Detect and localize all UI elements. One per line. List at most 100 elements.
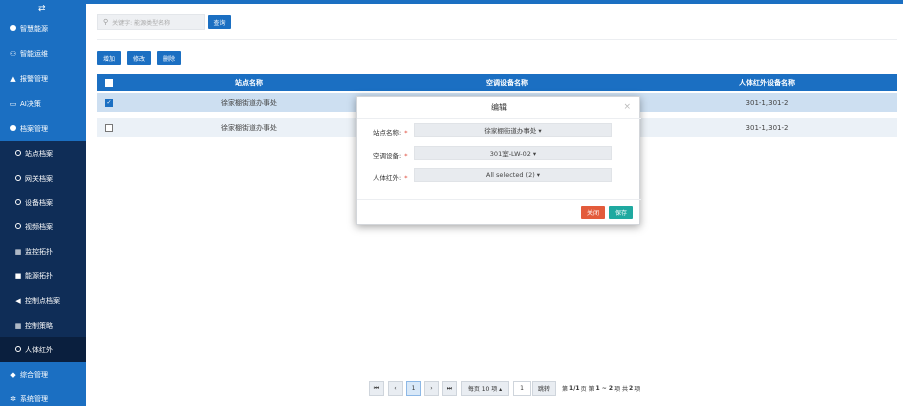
sidebar-subitem-label: 控制点档案 bbox=[25, 296, 60, 305]
sidebar-subitem-label: 设备档案 bbox=[25, 198, 53, 207]
sidebar-item-ai[interactable]: ▭ AI决策 bbox=[0, 91, 86, 116]
select-all-checkbox[interactable] bbox=[105, 78, 113, 87]
delete-button[interactable]: 删除 bbox=[157, 51, 181, 65]
sidebar-subitem-label: 站点档案 bbox=[25, 149, 53, 158]
ring-icon bbox=[13, 222, 23, 231]
add-button[interactable]: 增加 bbox=[97, 51, 121, 65]
search-placeholder: 关键字: 能源类型名称 bbox=[112, 19, 171, 27]
save-button[interactable]: 保存 bbox=[609, 206, 633, 219]
infrared-select[interactable]: All selected (2) ▾ bbox=[414, 168, 612, 182]
row-checkbox-cell[interactable]: ✓ bbox=[97, 93, 121, 112]
sidebar-item-alarm[interactable]: ▲ 报警管理 bbox=[0, 66, 86, 91]
divider bbox=[97, 39, 897, 40]
megaphone-icon: ◀ bbox=[15, 296, 21, 305]
info-page-suffix: 页 bbox=[580, 386, 587, 393]
sidebar-subitem-label: 人体红外 bbox=[25, 345, 53, 354]
gear-icon: ✲ bbox=[10, 394, 16, 403]
tag-icon: ◆ bbox=[10, 370, 16, 379]
table-header: 站点名称 空调设备名称 人体红外设备名称 bbox=[97, 74, 897, 91]
row-checkbox-cell[interactable] bbox=[97, 118, 121, 137]
required-mark: * bbox=[404, 129, 408, 137]
field-label-ac: 空调设备: * bbox=[373, 150, 407, 160]
monitor-icon: ▭ bbox=[9, 99, 17, 108]
sidebar-item-archive[interactable]: 档案管理 bbox=[0, 116, 86, 141]
dot-icon bbox=[8, 124, 18, 133]
close-button[interactable]: 关闭 bbox=[581, 206, 605, 219]
field-label-text: 站点名称: bbox=[373, 129, 402, 137]
search-input[interactable]: ⚲ 关键字: 能源类型名称 bbox=[97, 14, 205, 30]
sidebar-item-label: AI决策 bbox=[20, 99, 41, 108]
table-cell: 301-1,301-2 bbox=[745, 123, 789, 132]
sidebar-subitem-site[interactable]: 站点档案 bbox=[0, 141, 86, 166]
prev-page-button[interactable]: ‹ bbox=[388, 381, 403, 396]
info-page: 1/1 bbox=[569, 385, 580, 392]
sidebar-subitem-infrared[interactable]: 人体红外 bbox=[0, 337, 86, 362]
jump-page-input[interactable]: 1 bbox=[513, 381, 531, 396]
field-label-text: 人体红外: bbox=[373, 174, 402, 182]
info-page-prefix: 第 bbox=[562, 386, 569, 393]
sidebar-subitem-monitor-topology[interactable]: ▦ 监控拓扑 bbox=[0, 239, 86, 264]
sidebar-item-label: 智慧能源 bbox=[20, 24, 48, 33]
jump-button[interactable]: 跳转 bbox=[532, 381, 556, 396]
table-cell: 徐家棚街道办事处 bbox=[221, 123, 277, 132]
close-icon[interactable]: × bbox=[623, 102, 631, 112]
info-total: 2 bbox=[629, 385, 634, 392]
sidebar-item-general[interactable]: ◆ 综合管理 bbox=[0, 362, 86, 387]
sidebar-item-label: 报警管理 bbox=[20, 74, 48, 83]
sidebar-item-smart-energy[interactable]: 智慧能源 bbox=[0, 16, 86, 41]
row-checkbox[interactable] bbox=[105, 123, 113, 132]
sidebar-subitem-label: 能源拓扑 bbox=[25, 271, 53, 280]
current-page-button[interactable]: 1 bbox=[406, 381, 421, 396]
sidebar-subitem-gateway[interactable]: 网关档案 bbox=[0, 166, 86, 191]
first-page-button[interactable]: ⏮ bbox=[369, 381, 384, 396]
ring-icon bbox=[13, 174, 23, 183]
edit-modal: 编辑 × 站点名称: * 徐家棚街道办事处 ▾ 空调设备: * 301室-LW-02… bbox=[356, 96, 641, 225]
sidebar-subitem-control-strategy[interactable]: ▦ 控制策略 bbox=[0, 313, 86, 338]
sidebar-item-system[interactable]: ✲ 系统管理 bbox=[0, 386, 86, 406]
table-cell: 301-1,301-2 bbox=[745, 98, 789, 107]
modal-title: 编辑 bbox=[357, 97, 641, 119]
square-icon: ■ bbox=[14, 271, 22, 280]
select-all-cell[interactable] bbox=[97, 74, 121, 91]
sidebar-toggle-icon[interactable]: ⇄ bbox=[38, 4, 46, 14]
edit-button[interactable]: 修改 bbox=[127, 51, 151, 65]
grid-icon: ▦ bbox=[14, 247, 22, 256]
field-label-text: 空调设备: bbox=[373, 152, 402, 160]
column-header: 空调设备名称 bbox=[486, 78, 528, 87]
column-header: 人体红外设备名称 bbox=[739, 78, 795, 87]
bell-icon: ▲ bbox=[10, 74, 16, 83]
ring-icon bbox=[13, 149, 23, 158]
site-select[interactable]: 徐家棚街道办事处 ▾ bbox=[414, 123, 612, 137]
sitemap-icon: ⚇ bbox=[9, 49, 17, 58]
last-page-button[interactable]: ⏭ bbox=[442, 381, 457, 396]
ac-device-select[interactable]: 301室-LW-02 ▾ bbox=[414, 146, 612, 160]
sidebar-subitem-device[interactable]: 设备档案 bbox=[0, 190, 86, 215]
dot-icon bbox=[8, 24, 18, 33]
column-header: 站点名称 bbox=[235, 78, 263, 87]
sidebar-item-label: 档案管理 bbox=[20, 124, 48, 133]
required-mark: * bbox=[404, 174, 408, 182]
sidebar-subitem-control-point[interactable]: ◀ 控制点档案 bbox=[0, 288, 86, 313]
info-range-prefix: 第 bbox=[588, 386, 595, 393]
info-range-suffix: 项 bbox=[614, 386, 621, 393]
table-cell: 徐家棚街道办事处 bbox=[221, 98, 277, 107]
sidebar-item-label: 综合管理 bbox=[20, 370, 48, 379]
query-button[interactable]: 查询 bbox=[208, 15, 231, 29]
sidebar-item-label: 系统管理 bbox=[20, 394, 48, 403]
info-range: 1 ~ 2 bbox=[595, 385, 614, 392]
grid-icon: ▦ bbox=[14, 321, 22, 330]
field-label-infrared: 人体红外: * bbox=[373, 172, 407, 182]
required-mark: * bbox=[404, 152, 408, 160]
sidebar-subitem-label: 网关档案 bbox=[25, 174, 53, 183]
sidebar-subitem-video[interactable]: 视频档案 bbox=[0, 214, 86, 239]
top-accent-bar bbox=[0, 0, 903, 4]
sidebar-subitem-label: 视频档案 bbox=[25, 222, 53, 231]
row-checkbox[interactable]: ✓ bbox=[105, 98, 113, 107]
sidebar-subitem-label: 监控拓扑 bbox=[25, 247, 53, 256]
ring-icon bbox=[13, 345, 23, 354]
page-size-select[interactable]: 每页 10 项 ▴ bbox=[461, 381, 509, 396]
sidebar-subitem-energy-topology[interactable]: ■ 能源拓扑 bbox=[0, 263, 86, 288]
next-page-button[interactable]: › bbox=[424, 381, 439, 396]
ring-icon bbox=[13, 198, 23, 207]
sidebar-item-operations[interactable]: ⚇ 智能运维 bbox=[0, 41, 86, 66]
